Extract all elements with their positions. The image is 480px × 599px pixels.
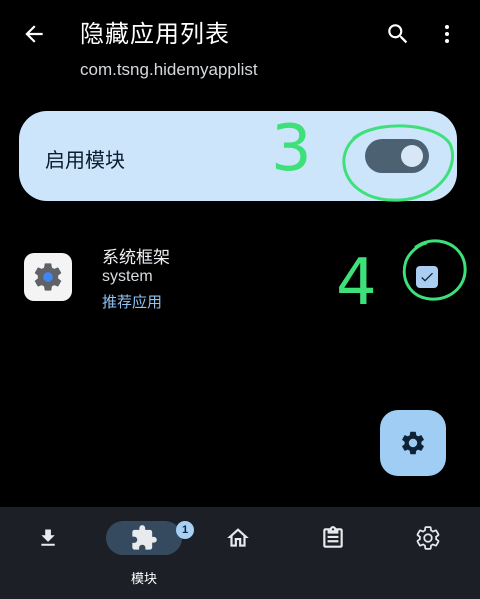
gear-icon xyxy=(34,263,62,291)
nav-icon-container xyxy=(396,521,460,555)
page-title: 隐藏应用列表 xyxy=(80,20,230,48)
nav-label-modules: 模块 xyxy=(130,572,157,587)
more-options-button[interactable] xyxy=(432,16,462,52)
check-icon xyxy=(421,272,433,282)
annotation-number-3: 3 xyxy=(271,112,312,186)
page-subtitle: com.tsng.hidemyapplist xyxy=(80,60,258,79)
app-list-item[interactable] xyxy=(0,236,480,316)
recommended-tag: 推荐应用 xyxy=(102,293,163,311)
back-button[interactable] xyxy=(14,16,54,52)
clipboard-icon xyxy=(323,526,343,548)
gear-icon xyxy=(402,431,424,455)
nav-icon-container: 1 xyxy=(106,521,194,555)
nav-item-settings[interactable] xyxy=(380,507,476,599)
app-name: 系统框架 xyxy=(102,248,170,268)
nav-icon-container xyxy=(16,521,80,555)
nav-icon-container xyxy=(301,521,365,555)
enable-module-label: 启用模块 xyxy=(45,148,125,172)
home-icon xyxy=(227,528,249,547)
bottom-navigation: 1 模块 xyxy=(0,507,480,599)
more-vert-icon xyxy=(445,25,449,43)
search-button[interactable] xyxy=(380,16,416,52)
app-icon xyxy=(24,253,72,301)
nav-item-logs[interactable] xyxy=(285,507,381,599)
arrow-back-icon xyxy=(25,25,43,43)
extension-icon xyxy=(132,525,157,550)
nav-item-modules[interactable]: 1 模块 xyxy=(96,507,194,599)
nav-item-home[interactable] xyxy=(190,507,286,599)
settings-fab[interactable] xyxy=(380,410,446,476)
nav-item-download[interactable] xyxy=(0,507,96,599)
annotation-circle-3 xyxy=(342,124,455,202)
download-icon xyxy=(41,529,55,546)
app-package-name: system xyxy=(102,268,153,285)
settings-icon xyxy=(416,526,440,550)
search-icon xyxy=(388,24,408,44)
nav-icon-container xyxy=(206,521,270,555)
app-checkbox[interactable] xyxy=(416,266,438,288)
